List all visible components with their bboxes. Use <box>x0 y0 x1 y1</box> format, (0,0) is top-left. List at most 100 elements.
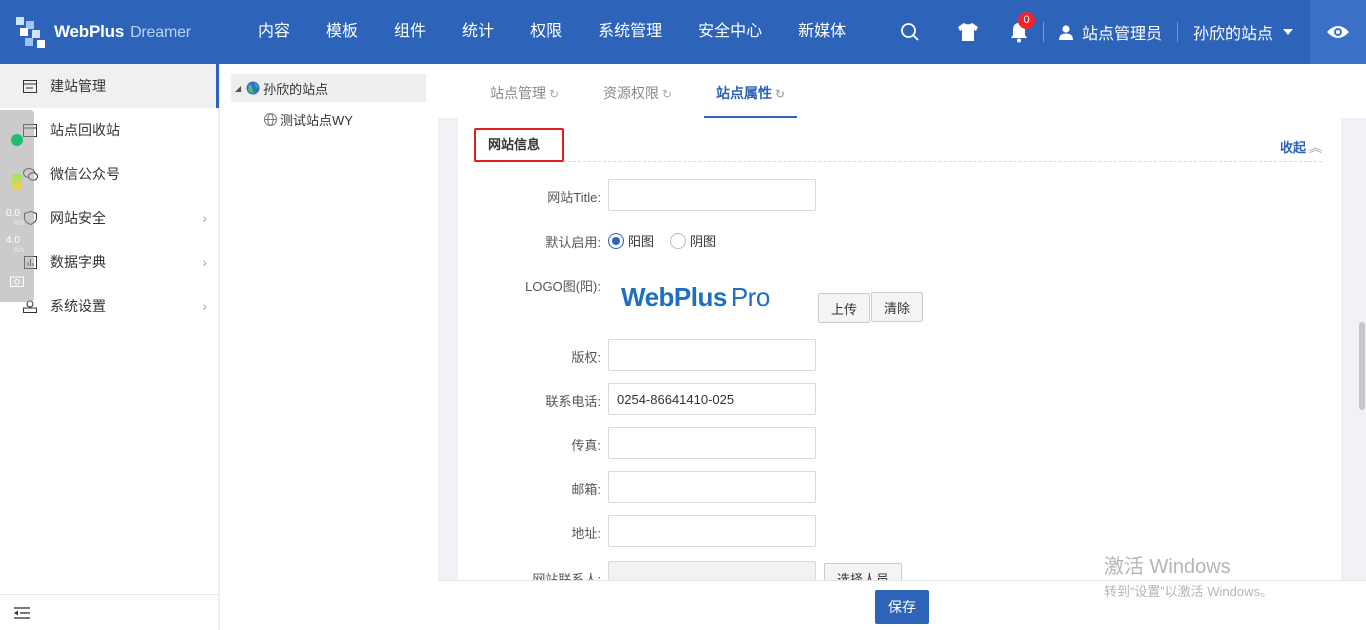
shirt-icon[interactable] <box>956 20 980 44</box>
contact-input <box>608 561 816 580</box>
sidebar-item-label: 站点回收站 <box>50 122 120 138</box>
tab-bar: 站点管理 ↻ 资源权限 ↻ 站点属性 ↻ <box>438 64 1366 118</box>
refresh-icon: ↻ <box>662 87 673 101</box>
nav-statistics[interactable]: 统计 <box>444 0 512 64</box>
upload-unit: K/s <box>14 220 25 227</box>
default-label: 默认启用: <box>545 235 601 250</box>
phone-label: 联系电话: <box>545 394 601 409</box>
network-speed-widget[interactable]: 0.0 K/s 4.0 K/s <box>0 110 34 302</box>
nav-system[interactable]: 系统管理 <box>580 0 680 64</box>
camera-icon <box>10 276 24 287</box>
radio-circle <box>608 232 624 249</box>
upload-button[interactable]: 上传 <box>818 293 871 323</box>
windows-activation-watermark: 激活 Windows 转到“设置”以激活 Windows。 <box>1104 550 1273 600</box>
tree-node-label: 孙欣的站点 <box>263 81 329 97</box>
tab-site-properties[interactable]: 站点属性 ↻ <box>704 64 797 118</box>
sidebar-item-label: 系统设置 <box>50 298 106 314</box>
email-input[interactable] <box>608 471 816 503</box>
caret-down-icon <box>1283 29 1294 35</box>
user-menu[interactable]: 站点管理员 <box>1058 0 1162 64</box>
section-header: 网站信息 收起 ︽ <box>473 128 1322 162</box>
email-label: 邮箱: <box>571 482 601 497</box>
radio-positive[interactable]: 阳图 <box>608 231 654 250</box>
logo-label: LOGO图(阳): <box>525 279 601 294</box>
nav-content[interactable]: 内容 <box>240 0 308 64</box>
divider <box>1043 22 1044 42</box>
row-copyright: 版权: <box>458 339 1341 371</box>
section-title: 网站信息 <box>474 128 564 162</box>
address-input[interactable] <box>608 515 816 547</box>
sidebar-item-label: 建站管理 <box>50 78 106 94</box>
clear-button[interactable]: 清除 <box>871 292 924 322</box>
refresh-icon: ↻ <box>549 87 560 101</box>
main-content: 站点管理 ↻ 资源权限 ↻ 站点属性 ↻ 网站信息 收起 ︽ 网站Title: 默认启用… <box>438 64 1366 630</box>
title-input[interactable] <box>608 179 816 211</box>
radio-circle <box>670 232 686 249</box>
address-label: 地址: <box>571 526 601 541</box>
watermark-line2: 转到“设置”以激活 Windows。 <box>1104 584 1274 599</box>
nav-permissions[interactable]: 权限 <box>512 0 580 64</box>
nav-templates[interactable]: 模板 <box>308 0 376 64</box>
site-tree: ◢ 孙欣的站点 测试站点WY <box>220 64 438 630</box>
save-button[interactable]: 保存 <box>875 590 929 624</box>
chevron-right-icon: › <box>202 298 207 314</box>
row-phone: 联系电话: <box>458 383 1341 415</box>
copyright-input[interactable] <box>608 339 816 371</box>
watermark-line1: 激活 Windows <box>1104 556 1231 578</box>
user-name: 站点管理员 <box>1082 26 1163 43</box>
chevron-right-icon: › <box>202 254 207 270</box>
row-default: 默认启用: 阳图 阴图 <box>458 224 1341 256</box>
brand-sub: Dreamer <box>130 24 191 41</box>
logo-preview: WebPlus Pro <box>621 282 770 312</box>
refresh-icon: ↻ <box>775 87 786 101</box>
collapse-button[interactable]: 收起 ︽ <box>1280 137 1322 156</box>
site-selector[interactable]: 孙欣的站点 <box>1193 0 1294 64</box>
logo-mark-icon <box>14 15 48 49</box>
download-speed: 4.0 <box>6 235 20 246</box>
status-dot-icon <box>11 134 23 146</box>
row-email: 邮箱: <box>458 471 1341 503</box>
battery-icon <box>12 174 22 190</box>
eye-icon <box>1327 26 1349 38</box>
sidebar-item-label: 数据字典 <box>50 254 106 270</box>
phone-input[interactable] <box>608 383 816 415</box>
tab-site-management[interactable]: 站点管理 ↻ <box>490 64 559 118</box>
title-label: 网站Title: <box>547 190 601 205</box>
sidebar-collapse-toggle[interactable] <box>0 594 219 630</box>
upload-speed: 0.0 <box>6 208 20 219</box>
brand-logo[interactable]: WebPlus Dreamer <box>14 14 214 50</box>
tree-node-child[interactable]: 测试站点WY <box>264 105 353 133</box>
top-bar: WebPlus Dreamer 内容 模板 组件 统计 权限 系统管理 安全中心 … <box>0 0 1366 64</box>
brand-name: WebPlus Dreamer <box>54 22 191 41</box>
select-person-button[interactable]: 选择人员 <box>824 563 903 580</box>
globe-outline-icon <box>264 112 277 126</box>
divider <box>1177 22 1178 42</box>
site-building-icon <box>22 78 38 94</box>
form-panel: 网站信息 收起 ︽ 网站Title: 默认启用: 阳图 阴图 LOGO图(阳): … <box>458 118 1341 580</box>
nav-components[interactable]: 组件 <box>376 0 444 64</box>
menu-fold-icon <box>14 606 30 619</box>
download-unit: K/s <box>14 247 25 254</box>
scrollbar-thumb[interactable] <box>1359 322 1365 410</box>
sidebar-item-site-building[interactable]: 建站管理 <box>0 64 219 108</box>
notification-badge: 0 <box>1018 12 1035 29</box>
globe-icon <box>246 81 260 95</box>
preview-button[interactable] <box>1310 0 1366 64</box>
row-address: 地址: <box>458 515 1341 547</box>
user-icon <box>1059 25 1073 40</box>
radio-negative[interactable]: 阴图 <box>670 231 716 250</box>
row-fax: 传真: <box>458 427 1341 459</box>
site-name: 孙欣的站点 <box>1193 26 1274 43</box>
sidebar-item-label: 网站安全 <box>50 210 106 226</box>
copyright-label: 版权: <box>571 350 601 365</box>
chevron-up-icon: ︽ <box>1308 140 1322 155</box>
nav-new-media[interactable]: 新媒体 <box>780 0 864 64</box>
search-icon[interactable] <box>898 20 922 44</box>
fax-input[interactable] <box>608 427 816 459</box>
chevron-right-icon: › <box>202 210 207 226</box>
tree-node-root[interactable]: ◢ 孙欣的站点 <box>231 74 426 102</box>
row-title: 网站Title: <box>458 179 1341 211</box>
tab-resource-permissions[interactable]: 资源权限 ↻ <box>603 64 672 118</box>
contact-label: 网站联系人: <box>532 572 601 580</box>
nav-security[interactable]: 安全中心 <box>680 0 780 64</box>
